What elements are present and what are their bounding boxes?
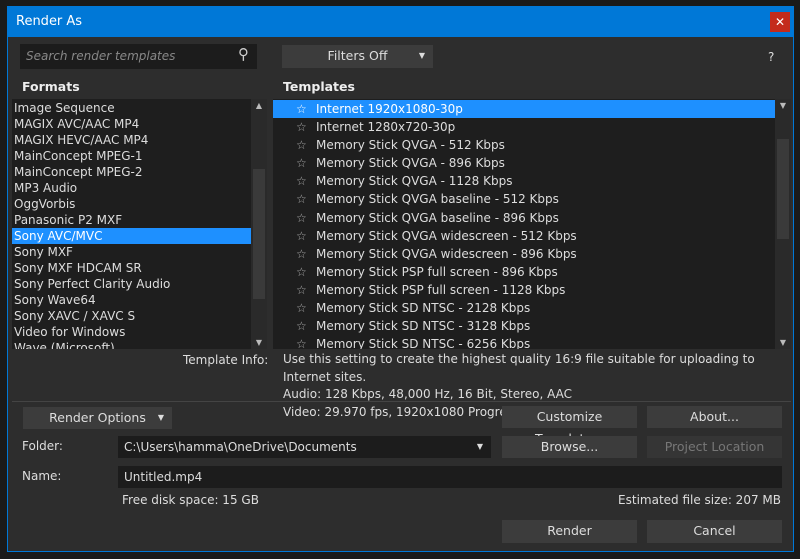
template-label: Memory Stick SD NTSC - 2128 Kbps <box>316 301 531 316</box>
star-icon[interactable]: ☆ <box>296 172 316 190</box>
format-item[interactable]: MP3 Audio <box>12 180 251 196</box>
filters-label: Filters Off <box>327 48 388 63</box>
star-icon[interactable]: ☆ <box>296 190 316 208</box>
template-item[interactable]: ☆ Memory Stick QVGA widescreen - 896 Kbps <box>273 245 775 263</box>
template-item[interactable]: ☆ Memory Stick QVGA widescreen - 512 Kbps <box>273 227 775 245</box>
render-options-label: Render Options <box>49 410 146 425</box>
format-item[interactable]: Sony XAVC / XAVC S <box>12 308 251 324</box>
folder-label: Folder: <box>22 439 63 453</box>
format-item[interactable]: Video for Windows <box>12 324 251 340</box>
template-label: Memory Stick SD NTSC - 6256 Kbps <box>316 337 531 349</box>
free-disk-space: Free disk space: 15 GB <box>122 493 259 507</box>
star-icon[interactable]: ☆ <box>296 317 316 335</box>
template-item[interactable]: ☆ Memory Stick QVGA baseline - 512 Kbps <box>273 190 775 208</box>
folder-dropdown[interactable]: C:\Users\hamma\OneDrive\Documents ▼ <box>118 436 491 458</box>
close-button[interactable]: ✕ <box>770 12 790 32</box>
templates-scrollbar[interactable]: ▼ ▼ <box>775 99 791 349</box>
render-button[interactable]: Render <box>502 520 637 543</box>
format-item[interactable]: Sony MXF <box>12 244 251 260</box>
template-item[interactable]: ☆ Memory Stick PSP full screen - 896 Kbps <box>273 263 775 281</box>
template-item[interactable]: ☆ Memory Stick SD NTSC - 2128 Kbps <box>273 299 775 317</box>
star-icon[interactable]: ☆ <box>296 245 316 263</box>
estimated-file-size: Estimated file size: 207 MB <box>618 493 781 507</box>
filters-dropdown[interactable]: Filters Off ▼ <box>282 45 433 68</box>
search-icon[interactable]: ⚲ <box>238 45 249 63</box>
template-label: Memory Stick QVGA baseline - 512 Kbps <box>316 192 559 207</box>
template-label: Memory Stick QVGA widescreen - 896 Kbps <box>316 246 577 261</box>
divider <box>12 401 791 402</box>
format-item[interactable]: MainConcept MPEG-1 <box>12 148 251 164</box>
template-item[interactable]: ☆ Memory Stick QVGA - 1128 Kbps <box>273 172 775 190</box>
template-item[interactable]: ☆ Memory Stick QVGA - 896 Kbps <box>273 154 775 172</box>
star-icon[interactable]: ☆ <box>296 154 316 172</box>
format-item[interactable]: MAGIX AVC/AAC MP4 <box>12 116 251 132</box>
search-placeholder: Search render templates <box>26 49 176 63</box>
templates-header: Templates <box>283 79 355 94</box>
star-icon[interactable]: ☆ <box>296 100 316 118</box>
template-label: Memory Stick QVGA widescreen - 512 Kbps <box>316 228 577 243</box>
render-options-button[interactable]: Render Options ▼ <box>23 407 172 429</box>
format-item[interactable]: Sony AVC/MVC <box>12 228 251 244</box>
template-label: Memory Stick PSP full screen - 1128 Kbps <box>316 282 566 297</box>
template-item[interactable]: ☆ Memory Stick PSP full screen - 1128 Kbp… <box>273 281 775 299</box>
template-label: Memory Stick SD NTSC - 3128 Kbps <box>316 319 531 334</box>
name-input[interactable]: Untitled.mp4 <box>118 466 782 488</box>
template-item[interactable]: ☆ Memory Stick SD NTSC - 3128 Kbps <box>273 317 775 335</box>
name-label: Name: <box>22 469 62 483</box>
star-icon[interactable]: ☆ <box>296 209 316 227</box>
star-icon[interactable]: ☆ <box>296 227 316 245</box>
star-icon[interactable]: ☆ <box>296 281 316 299</box>
chevron-down-icon: ▼ <box>476 442 483 451</box>
star-icon[interactable]: ☆ <box>296 335 316 349</box>
template-item[interactable]: ☆ Memory Stick QVGA - 512 Kbps <box>273 136 775 154</box>
formats-scrollbar[interactable]: ▲ ▼ <box>251 99 267 349</box>
template-label: Internet 1920x1080-30p <box>316 102 463 116</box>
format-item[interactable]: OggVorbis <box>12 196 251 212</box>
formats-header: Formats <box>22 79 80 94</box>
template-item[interactable]: ☆ Internet 1280x720-30p <box>273 118 775 136</box>
format-item[interactable]: MainConcept MPEG-2 <box>12 164 251 180</box>
project-location-button[interactable]: Project Location <box>647 436 782 458</box>
format-item[interactable]: Image Sequence <box>12 100 251 116</box>
format-item[interactable]: MAGIX HEVC/AAC MP4 <box>12 132 251 148</box>
templates-list[interactable]: ☆ Internet 1920x1080-30p ☆ Internet 1280x72… <box>273 99 791 349</box>
template-item[interactable]: ☆ Memory Stick QVGA baseline - 896 Kbps <box>273 209 775 227</box>
format-item[interactable]: Sony Perfect Clarity Audio <box>12 276 251 292</box>
star-icon[interactable]: ☆ <box>296 263 316 281</box>
formats-list[interactable]: Image Sequence MAGIX AVC/AAC MP4 MAGIX HEV… <box>12 99 267 349</box>
format-item[interactable]: Panasonic P2 MXF <box>12 212 251 228</box>
template-info-label: Template Info: <box>183 353 269 367</box>
star-icon[interactable]: ☆ <box>296 136 316 154</box>
template-label: Memory Stick QVGA - 512 Kbps <box>316 138 505 153</box>
template-label: Memory Stick QVGA - 896 Kbps <box>316 156 505 171</box>
template-item[interactable]: ☆ Memory Stick SD NTSC - 6256 Kbps <box>273 335 775 349</box>
template-label: Internet 1280x720-30p <box>316 120 456 135</box>
template-label: Memory Stick PSP full screen - 896 Kbps <box>316 264 558 279</box>
chevron-down-icon: ▼ <box>157 413 164 422</box>
browse-button[interactable]: Browse... <box>502 436 637 458</box>
title-bar: Render As ✕ <box>8 7 793 37</box>
chevron-down-icon: ▼ <box>418 51 425 60</box>
format-item[interactable]: Sony MXF HDCAM SR <box>12 260 251 276</box>
format-item[interactable]: Wave (Microsoft) <box>12 340 251 349</box>
cancel-button[interactable]: Cancel <box>647 520 782 543</box>
info-line: Use this setting to create the highest q… <box>283 352 755 384</box>
render-as-dialog: Render As ✕ Search render templates ⚲ Fi… <box>7 6 794 552</box>
star-icon[interactable]: ☆ <box>296 118 316 136</box>
format-item[interactable]: Sony Wave64 <box>12 292 251 308</box>
about-button[interactable]: About... <box>647 406 782 428</box>
star-icon[interactable]: ☆ <box>296 299 316 317</box>
window-title: Render As <box>16 14 83 29</box>
help-button[interactable]: ? <box>768 50 774 64</box>
template-label: Memory Stick QVGA - 1128 Kbps <box>316 174 513 189</box>
template-item[interactable]: ☆ Internet 1920x1080-30p <box>273 100 775 119</box>
folder-value: C:\Users\hamma\OneDrive\Documents <box>124 440 357 454</box>
customize-template-button[interactable]: Customize Template... <box>502 406 637 446</box>
search-input[interactable]: Search render templates ⚲ <box>20 44 257 69</box>
template-label: Memory Stick QVGA baseline - 896 Kbps <box>316 210 559 225</box>
